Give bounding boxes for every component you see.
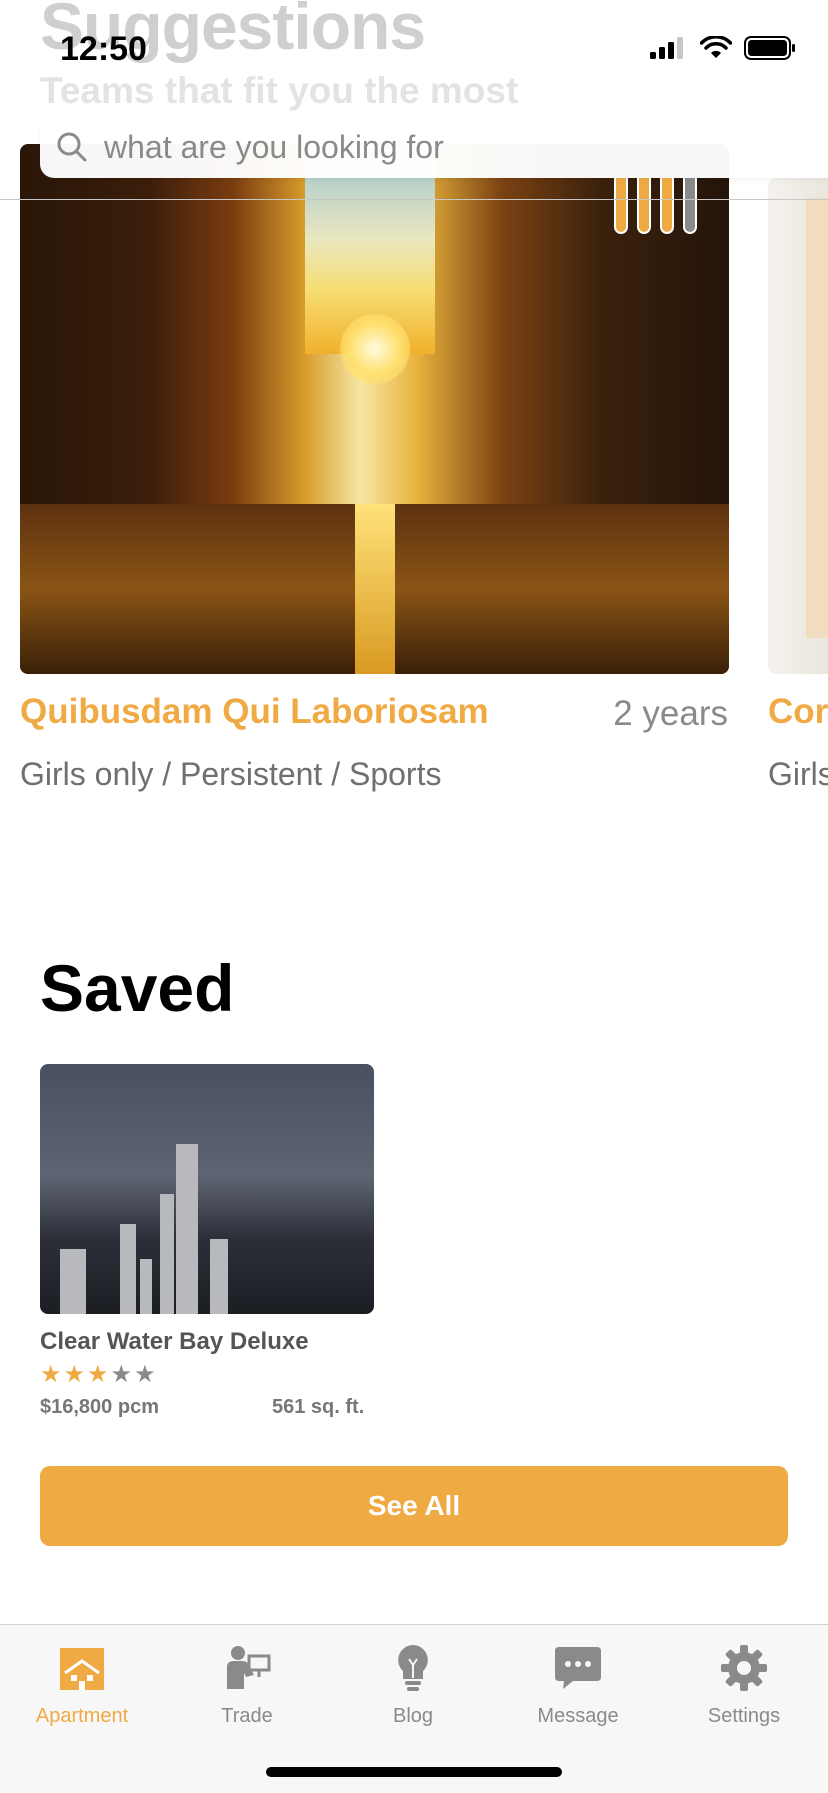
message-icon xyxy=(555,1647,601,1689)
status-icons xyxy=(650,36,796,60)
next-suggestion-card-image[interactable] xyxy=(768,178,828,674)
next-suggestion-tags: Girls xyxy=(768,756,828,792)
wifi-icon xyxy=(700,36,732,58)
star-filled-icon: ★ xyxy=(63,1361,86,1388)
lane-decor xyxy=(355,504,395,674)
suggestion-tags: Girls only / Persistent / Sports xyxy=(20,756,442,792)
level-bar-filled xyxy=(637,178,651,234)
status-time: 12:50 xyxy=(60,30,147,68)
tower-decor xyxy=(160,1194,174,1314)
sun-decor xyxy=(340,314,410,384)
suggestion-duration: 2 years xyxy=(613,694,728,733)
tab-settings[interactable]: Settings xyxy=(669,1643,819,1728)
tower-decor xyxy=(120,1224,136,1314)
tab-trade[interactable]: Trade xyxy=(172,1643,322,1728)
street-decor xyxy=(20,504,729,674)
next-suggestion-title[interactable]: Cor xyxy=(768,692,828,732)
search-bar[interactable] xyxy=(40,116,828,178)
saved-item-price: $16,800 pcm xyxy=(40,1396,159,1418)
saved-item-size: 561 sq. ft. xyxy=(272,1396,365,1418)
tab-blog[interactable]: Blog xyxy=(338,1643,488,1728)
see-all-button[interactable]: See All xyxy=(40,1466,788,1546)
tab-label-trade: Trade xyxy=(221,1705,273,1727)
tower-decor xyxy=(140,1259,152,1314)
gear-icon xyxy=(721,1645,767,1691)
star-filled-icon: ★ xyxy=(87,1361,109,1388)
tab-label-apartment: Apartment xyxy=(35,1705,129,1727)
tab-apartment[interactable]: Apartment xyxy=(7,1643,157,1728)
next-card-decor xyxy=(806,198,828,638)
saved-section-title: Saved xyxy=(40,951,235,1025)
rating-stars: ★ ★ ★ ★ ★ xyxy=(40,1362,156,1388)
saved-item-image[interactable] xyxy=(40,1064,374,1314)
level-bar-filled xyxy=(614,178,628,234)
tower-decor xyxy=(60,1249,86,1314)
battery-icon xyxy=(744,36,795,60)
star-filled-icon: ★ xyxy=(40,1361,62,1388)
level-bar-filled xyxy=(660,178,674,234)
tower-decor xyxy=(210,1239,228,1314)
apartment-icon xyxy=(60,1648,104,1690)
level-indicator xyxy=(614,178,697,234)
trade-icon xyxy=(227,1646,271,1689)
tab-label-settings: Settings xyxy=(707,1705,781,1727)
star-empty-icon: ★ xyxy=(110,1361,133,1388)
suggestion-title[interactable]: Quibusdam Qui Laboriosam xyxy=(20,692,489,732)
home-indicator[interactable] xyxy=(266,1767,562,1777)
saved-item-name[interactable]: Clear Water Bay Deluxe xyxy=(40,1328,309,1356)
search-input[interactable] xyxy=(102,127,806,167)
tab-label-message: Message xyxy=(537,1705,619,1727)
star-empty-icon: ★ xyxy=(134,1361,156,1388)
tab-message[interactable]: Message xyxy=(503,1643,653,1728)
cellular-signal-icon xyxy=(650,37,683,59)
lightbulb-icon xyxy=(398,1645,428,1691)
page-subtitle: Teams that fit you the most xyxy=(40,70,519,111)
tab-label-blog: Blog xyxy=(392,1705,434,1727)
search-icon xyxy=(57,132,87,162)
tower-decor xyxy=(176,1144,198,1314)
level-bar-empty xyxy=(683,178,697,234)
header-divider xyxy=(0,199,828,200)
